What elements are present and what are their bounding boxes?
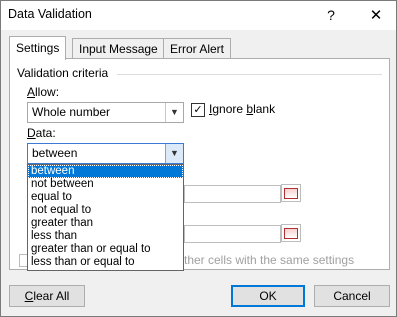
allow-label: Allow: [27, 85, 60, 99]
allow-value: Whole number [32, 105, 111, 119]
help-button[interactable]: ? [316, 1, 346, 30]
apply-to-all-label: ther cells with the same settings [184, 253, 355, 267]
list-item[interactable]: less than or equal to [28, 256, 183, 269]
list-item[interactable]: between [28, 165, 183, 178]
chevron-down-icon[interactable]: ▼ [165, 103, 183, 122]
chevron-down-icon[interactable]: ▼ [165, 144, 183, 163]
data-select[interactable]: between ▼ [27, 143, 184, 164]
list-item[interactable]: less than [28, 230, 183, 243]
cancel-button[interactable]: Cancel [314, 285, 390, 307]
tab-input-message[interactable]: Input Message [72, 38, 165, 59]
group-divider [117, 74, 382, 75]
list-item[interactable]: not between [28, 178, 183, 191]
ignore-blank-label: Ignore blank [209, 102, 276, 116]
validation-criteria-label: Validation criteria [17, 66, 109, 80]
minimum-input[interactable] [184, 185, 281, 203]
list-item[interactable]: not equal to [28, 204, 183, 217]
data-dropdown-list[interactable]: between not between equal to not equal t… [27, 164, 184, 271]
list-item[interactable]: equal to [28, 191, 183, 204]
data-validation-dialog: Data Validation ? ✕ Settings Input Messa… [0, 0, 397, 317]
data-value: between [32, 146, 78, 160]
list-item[interactable]: greater than or equal to [28, 243, 183, 256]
list-item[interactable]: greater than [28, 217, 183, 230]
title-bar: Data Validation ? ✕ [1, 1, 396, 30]
maximum-input[interactable] [184, 225, 281, 243]
dialog-title: Data Validation [8, 7, 92, 21]
data-label: Data: [27, 126, 56, 140]
range-select-icon[interactable] [281, 184, 301, 202]
clear-all-button[interactable]: Clear All [9, 285, 85, 307]
tab-error-alert[interactable]: Error Alert [163, 38, 232, 59]
ok-button[interactable]: OK [231, 285, 305, 307]
range-select-icon[interactable] [281, 224, 301, 242]
close-button[interactable]: ✕ [356, 1, 396, 30]
allow-select[interactable]: Whole number ▼ [27, 102, 184, 123]
ignore-blank-checkbox[interactable]: ✓ [191, 103, 205, 117]
tab-settings[interactable]: Settings [9, 36, 67, 60]
